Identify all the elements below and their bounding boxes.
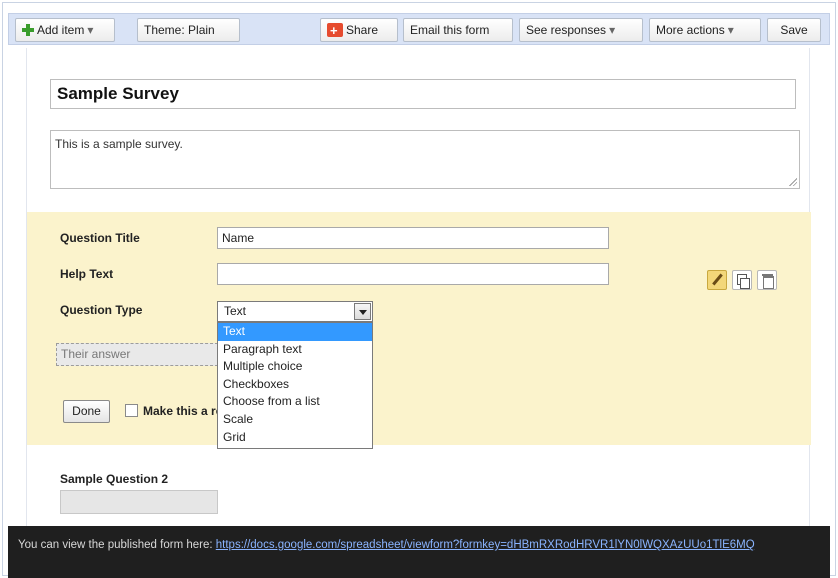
theme-button[interactable]: Theme: Plain	[137, 18, 240, 42]
question-title-input[interactable]: Name	[217, 227, 609, 249]
question2-answer-field	[60, 490, 218, 514]
question-type-label: Question Type	[60, 303, 143, 317]
done-button[interactable]: Done	[63, 400, 110, 423]
chevron-down-icon[interactable]	[354, 303, 371, 320]
question2-title: Sample Question 2	[60, 472, 169, 486]
form-description-textarea[interactable]: This is a sample survey.	[50, 130, 800, 189]
dropdown-option[interactable]: Scale	[218, 411, 372, 429]
copy-icon[interactable]	[732, 270, 752, 290]
see-responses-label: See responses	[526, 23, 607, 37]
dropdown-option[interactable]: Checkboxes	[218, 376, 372, 394]
resize-grip-icon[interactable]	[789, 178, 797, 186]
theme-value: Plain	[188, 23, 215, 37]
footer-text: You can view the published form here:	[18, 539, 213, 551]
theme-label: Theme:	[144, 23, 185, 37]
required-checkbox[interactable]	[125, 404, 138, 417]
email-form-button[interactable]: Email this form	[403, 18, 513, 42]
chevron-down-icon: ▾	[727, 23, 734, 37]
form-canvas: Sample Survey This is a sample survey. Q…	[26, 48, 811, 528]
add-item-button[interactable]: Add item ▾	[15, 18, 115, 42]
form-description-text: This is a sample survey.	[55, 137, 183, 151]
help-text-label: Help Text	[60, 267, 114, 281]
dropdown-option[interactable]: Text	[218, 323, 372, 341]
toolbar: Add item▾ Theme: Plain Share Email this …	[8, 13, 830, 45]
more-actions-label: More actions	[656, 23, 725, 37]
more-actions-button[interactable]: More actions ▾	[649, 18, 761, 42]
trash-icon[interactable]	[757, 270, 777, 290]
question-type-selected: Text	[224, 304, 247, 318]
form-title-input[interactable]: Sample Survey	[50, 79, 796, 109]
required-label: Make this a required question	[143, 404, 217, 418]
save-label: Save	[780, 23, 808, 37]
question-title-label: Question Title	[60, 231, 140, 245]
question-editor-panel: Question Title Name Help Text Question T…	[27, 212, 811, 449]
help-text-input[interactable]	[217, 263, 609, 285]
add-item-label: Add item	[37, 23, 85, 37]
email-form-label: Email this form	[410, 23, 490, 37]
published-form-link[interactable]: https://docs.google.com/spreadsheet/view…	[216, 539, 755, 551]
see-responses-button[interactable]: See responses ▾	[519, 18, 643, 42]
dropdown-option[interactable]: Paragraph text	[218, 341, 372, 359]
question-type-dropdown: Text Paragraph text Multiple choice Chec…	[217, 322, 373, 449]
dropdown-option[interactable]: Choose from a list	[218, 393, 372, 411]
question-type-select[interactable]: Text	[217, 301, 373, 322]
save-button[interactable]: Save	[767, 18, 821, 42]
chevron-down-icon: ▾	[87, 23, 94, 37]
dropdown-option[interactable]: Multiple choice	[218, 358, 372, 376]
share-icon	[327, 20, 343, 42]
answer-preview-field: Their answer	[56, 343, 218, 366]
share-label: Share	[346, 23, 379, 37]
share-button[interactable]: Share	[320, 18, 398, 42]
chevron-down-icon: ▾	[609, 23, 616, 37]
dropdown-option[interactable]: Grid	[218, 429, 372, 447]
plus-icon	[22, 24, 34, 36]
pencil-icon[interactable]	[707, 270, 727, 290]
published-form-footer: You can view the published form here: ht…	[8, 526, 830, 578]
